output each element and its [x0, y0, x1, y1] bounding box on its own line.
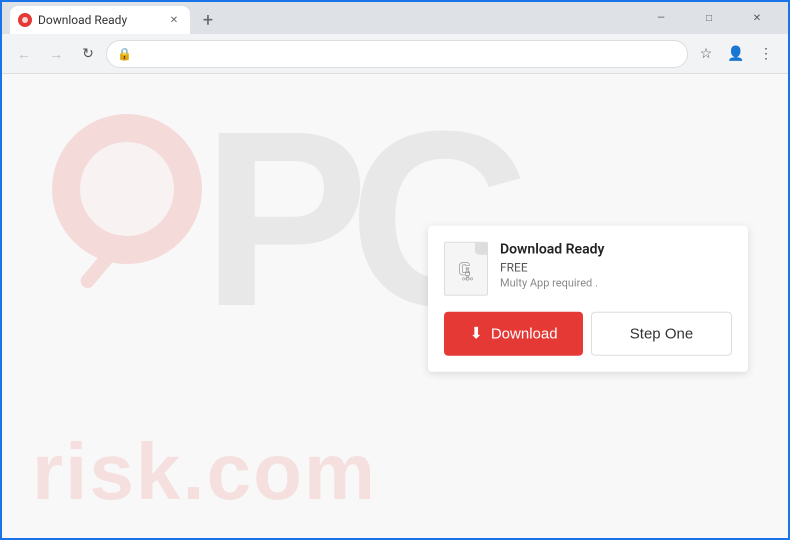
lock-icon: 🔒 [117, 47, 132, 61]
window-controls: — □ ✕ [638, 4, 780, 32]
maximize-icon: □ [706, 13, 712, 24]
close-icon: ✕ [753, 13, 761, 24]
maximize-button[interactable]: □ [686, 4, 732, 32]
tab-close-icon: ✕ [170, 15, 178, 26]
minimize-icon: — [657, 13, 665, 24]
menu-icon: ⋮ [759, 45, 773, 62]
card-price: FREE [500, 261, 732, 275]
tab-favicon [18, 13, 32, 27]
magnifier-watermark [32, 104, 232, 304]
active-tab[interactable]: Download Ready ✕ [10, 6, 190, 34]
file-icon: 🗜 [444, 242, 488, 296]
forward-button[interactable]: → [42, 40, 70, 68]
card-info: Download Ready FREE Multy App required . [500, 242, 732, 290]
profile-button[interactable]: 👤 [722, 40, 750, 68]
magnifier-circle [52, 114, 202, 264]
minimize-button[interactable]: — [638, 4, 684, 32]
refresh-button[interactable]: ↻ [74, 40, 102, 68]
zip-icon: 🗜 [455, 261, 478, 282]
bookmark-button[interactable]: ☆ [692, 40, 720, 68]
download-label: Download [491, 325, 558, 342]
download-arrow-icon: ⬇ [469, 324, 482, 344]
profile-icon: 👤 [727, 45, 744, 62]
nav-actions: ☆ 👤 ⋮ [692, 40, 780, 68]
back-icon: ← [17, 46, 31, 62]
tab-close-button[interactable]: ✕ [166, 12, 182, 28]
card-top: 🗜 Download Ready FREE Multy App required… [444, 242, 732, 296]
card-title: Download Ready [500, 242, 732, 258]
card-actions: ⬇ Download Step One [444, 312, 732, 356]
star-icon: ☆ [700, 45, 713, 62]
step-one-button[interactable]: Step One [591, 312, 732, 356]
window-frame: Download Ready ✕ + — □ ✕ ← [0, 0, 790, 540]
tab-title: Download Ready [38, 13, 160, 27]
new-tab-button[interactable]: + [194, 6, 222, 34]
card-subtitle: Multy App required . [500, 277, 732, 290]
new-tab-icon: + [203, 10, 213, 31]
download-button[interactable]: ⬇ Download [444, 312, 583, 356]
close-button[interactable]: ✕ [734, 4, 780, 32]
magnifier-handle [78, 232, 131, 291]
back-button[interactable]: ← [10, 40, 38, 68]
forward-icon: → [49, 46, 63, 62]
navigation-bar: ← → ↻ 🔒 ☆ 👤 ⋮ [2, 34, 788, 74]
title-bar: Download Ready ✕ + — □ ✕ [2, 2, 788, 34]
refresh-icon: ↻ [82, 45, 94, 62]
step-one-label: Step One [630, 325, 693, 342]
tab-area: Download Ready ✕ + [10, 2, 630, 34]
risk-watermark: risk.com [32, 426, 377, 518]
browser-content: PC risk.com 🗜 Download Ready FREE Multy … [2, 74, 788, 538]
menu-button[interactable]: ⋮ [752, 40, 780, 68]
address-bar[interactable]: 🔒 [106, 40, 688, 68]
download-card: 🗜 Download Ready FREE Multy App required… [428, 226, 748, 372]
